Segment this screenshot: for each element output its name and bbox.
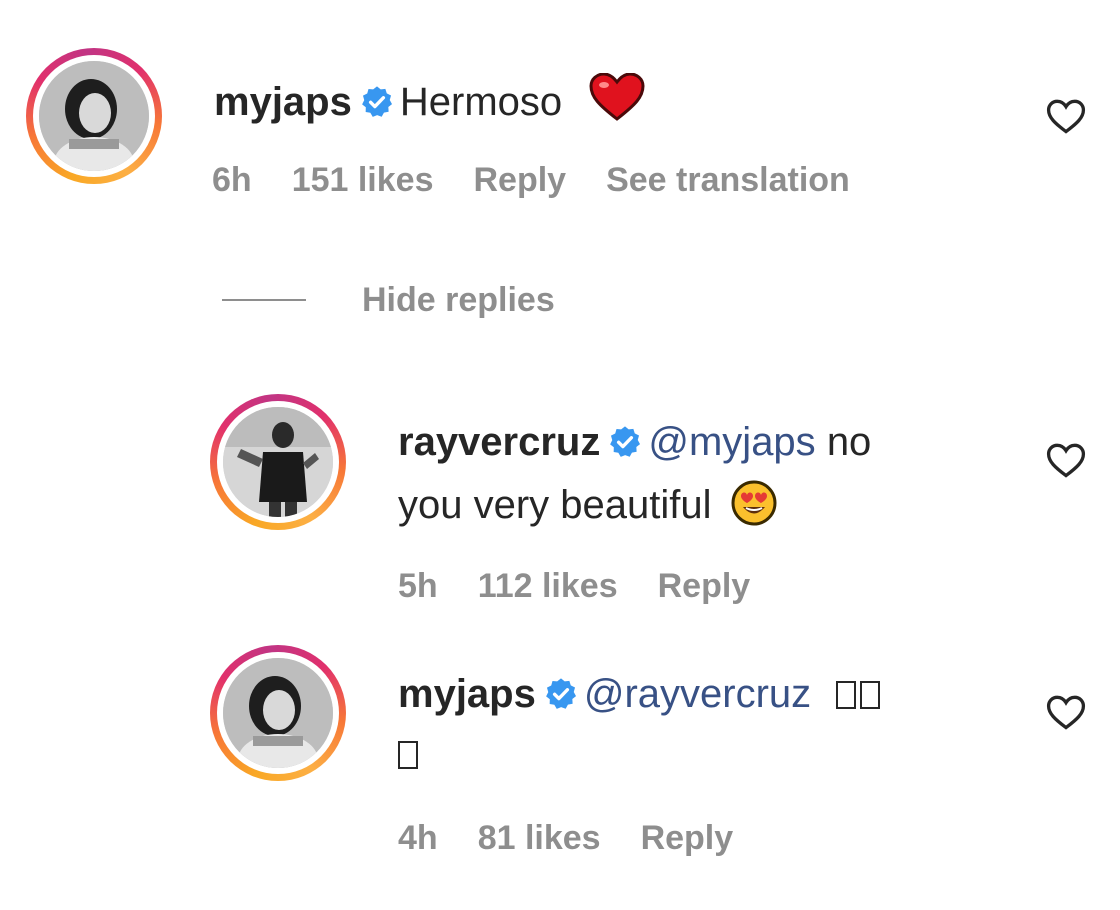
comment-meta: 4h 81 likes Reply	[398, 818, 773, 858]
see-translation-button[interactable]: See translation	[606, 161, 850, 199]
reply-button[interactable]: Reply	[658, 567, 751, 605]
avatar-myjaps[interactable]	[26, 48, 162, 184]
hide-replies-label: Hide replies	[362, 280, 555, 319]
comment-text-row: rayvercruz @myjaps no	[398, 418, 871, 470]
like-heart-icon[interactable]	[1044, 690, 1088, 734]
likes-count[interactable]: 112 likes	[478, 567, 618, 605]
avatar-myjaps[interactable]	[210, 645, 346, 781]
comment-text-row: myjaps Hermoso	[214, 72, 645, 132]
username[interactable]: rayvercruz	[398, 420, 600, 464]
reply-button[interactable]: Reply	[473, 161, 566, 199]
comment-body-continued: you very beautiful	[398, 483, 712, 527]
like-heart-icon[interactable]	[1044, 94, 1088, 138]
divider-line	[222, 299, 306, 301]
comment-text-row-2: you very beautiful	[398, 480, 777, 537]
likes-count[interactable]: 81 likes	[478, 819, 601, 857]
comment-text-row-2	[398, 730, 422, 778]
comment-body: no	[826, 420, 872, 464]
timestamp[interactable]: 5h	[398, 567, 438, 605]
mention-link[interactable]: @rayvercruz	[584, 672, 811, 716]
missing-glyph-icon	[398, 732, 422, 776]
profile-photo	[223, 407, 333, 517]
heart-eyes-emoji-icon	[731, 480, 777, 537]
timestamp[interactable]: 6h	[212, 161, 252, 199]
avatar-rayvercruz[interactable]	[210, 394, 346, 530]
verified-badge-icon	[544, 674, 578, 722]
username[interactable]: myjaps	[214, 80, 352, 124]
missing-glyph-icon	[836, 672, 884, 716]
username[interactable]: myjaps	[398, 672, 536, 716]
red-heart-icon	[589, 72, 645, 132]
likes-count[interactable]: 151 likes	[292, 161, 434, 199]
profile-photo	[223, 658, 333, 768]
comment-body: Hermoso	[399, 80, 563, 124]
timestamp[interactable]: 4h	[398, 819, 438, 857]
verified-badge-icon	[360, 82, 394, 130]
mention-link[interactable]: @myjaps	[648, 420, 815, 464]
comment-meta: 6h 151 likes Reply See translation	[212, 160, 890, 200]
comment-text-row: myjaps @rayvercruz	[398, 670, 884, 722]
profile-photo	[39, 61, 149, 171]
hide-replies-button[interactable]: Hide replies	[222, 278, 555, 322]
verified-badge-icon	[608, 422, 642, 470]
comment-meta: 5h 112 likes Reply	[398, 566, 790, 606]
like-heart-icon[interactable]	[1044, 438, 1088, 482]
reply-button[interactable]: Reply	[641, 819, 734, 857]
